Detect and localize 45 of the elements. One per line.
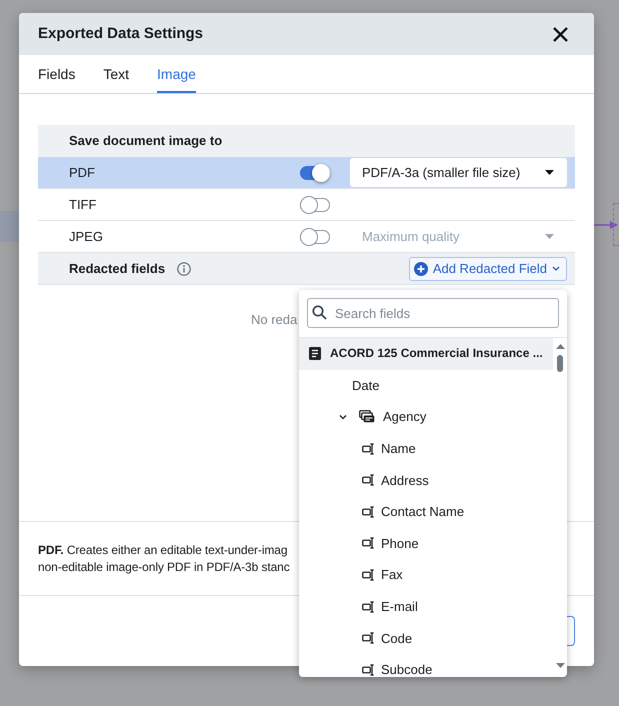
dialog-title: Exported Data Settings: [38, 24, 204, 44]
tab[interactable]: Fields: [38, 55, 76, 93]
section-heading: Redacted fields: [69, 260, 166, 278]
text-field-icon: [362, 664, 375, 676]
empty-message: No reda: [251, 312, 298, 327]
description-text: non-editable image-only PDF in PDF/A-3b stanc: [38, 559, 290, 576]
stacked-fields-icon: [359, 410, 375, 424]
close-icon[interactable]: [553, 26, 568, 42]
format-label: JPEG: [69, 228, 103, 244]
highlight-bar: [0, 211, 19, 242]
text-field-icon: [362, 600, 375, 613]
text-field-icon: [362, 537, 375, 550]
format-row[interactable]: PDF PDF/A-3a (smaller file size): [38, 157, 575, 189]
search-field[interactable]: Search fields: [307, 298, 559, 328]
caret-down-icon: [545, 170, 554, 175]
tree-item[interactable]: Subcode: [299, 654, 553, 677]
chevron-down-icon[interactable]: [339, 412, 347, 421]
description-text: PDF. Creates either an editable text-under-imag: [38, 542, 288, 559]
search-icon: [312, 305, 327, 320]
text-field-icon: [362, 442, 375, 455]
chevron-down-icon: [552, 266, 560, 271]
format-label: TIFF: [69, 196, 96, 212]
caret-down-icon: [545, 234, 554, 239]
info-icon[interactable]: [177, 262, 192, 276]
tab[interactable]: Image: [157, 55, 196, 93]
add-redacted-field-button[interactable]: Add Redacted Field: [408, 256, 567, 280]
format-label: PDF: [69, 164, 95, 180]
scroll-up-icon[interactable]: [556, 344, 564, 349]
text-field-icon: [362, 506, 375, 518]
toggle-switch[interactable]: [300, 196, 330, 214]
tree-item[interactable]: ACORD 125 Commercial Insurance ...: [299, 338, 553, 370]
tab[interactable]: Text: [103, 55, 130, 93]
toggle-switch[interactable]: [300, 164, 330, 182]
document-icon: [309, 347, 321, 360]
plus-circle-icon: [414, 262, 428, 276]
format-dropdown[interactable]: PDF/A-3a (smaller file size): [350, 158, 567, 187]
tree-item[interactable]: Date: [299, 370, 553, 402]
connector-arrow: [594, 220, 619, 230]
toggle-switch[interactable]: [300, 228, 330, 246]
scrollbar-thumb[interactable]: [557, 355, 563, 372]
text-field-icon: [362, 568, 375, 581]
scroll-down-icon[interactable]: [556, 663, 564, 668]
section-heading: Save document image to: [69, 132, 222, 150]
text-field-icon: [362, 474, 375, 486]
text-field-icon: [362, 632, 375, 644]
